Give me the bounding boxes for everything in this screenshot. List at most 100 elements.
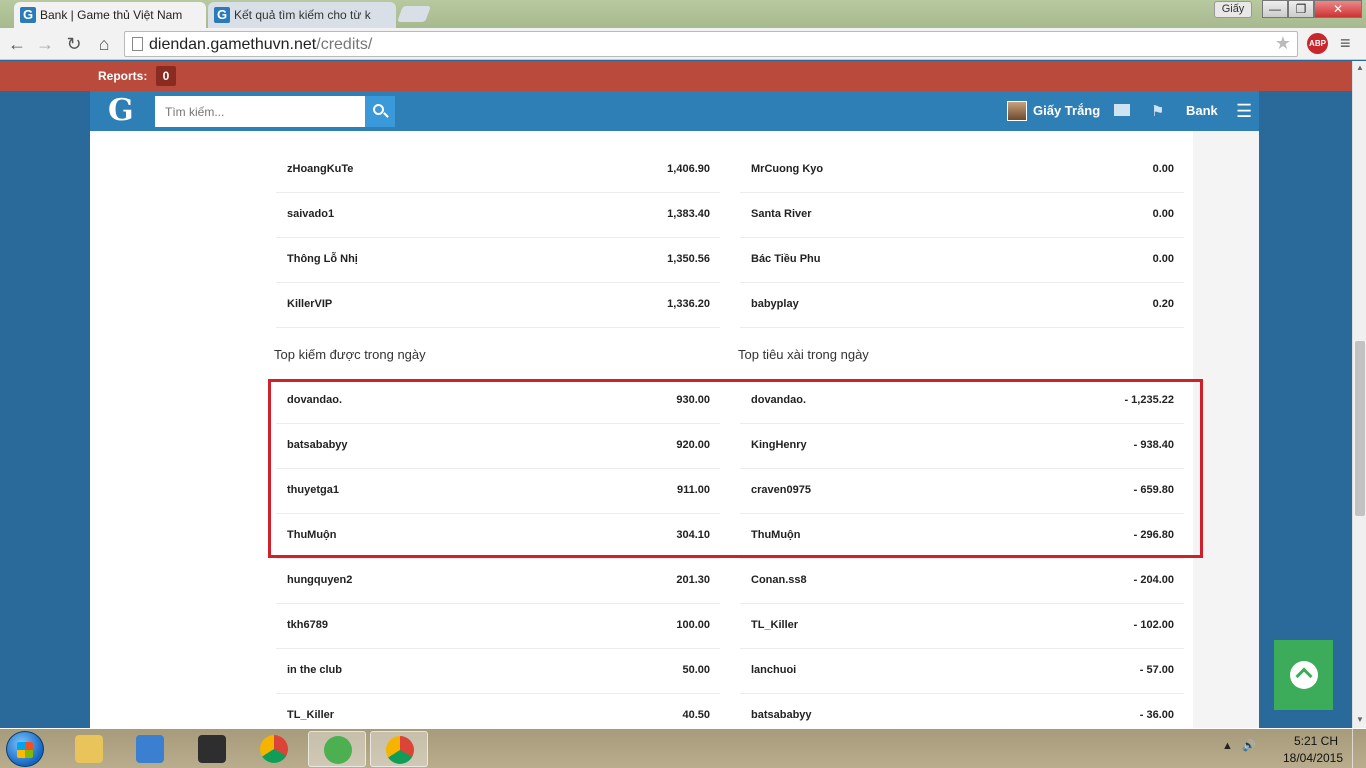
scroll-down-icon[interactable]: ▼	[1356, 715, 1364, 724]
member-name-link[interactable]: tkh6789	[287, 619, 328, 631]
chrome-icon	[386, 736, 414, 764]
search-input[interactable]	[155, 96, 365, 127]
reports-count-badge[interactable]: 0	[156, 66, 176, 86]
credit-amount: 920.00	[676, 439, 710, 451]
browser-toolbar: ← → ↻ ⌂ diendan.gamethuvn.net/credits/ ★…	[0, 28, 1366, 60]
clock-date[interactable]: 18/04/2015	[1280, 751, 1346, 765]
table-row: in the club 50.00	[276, 649, 720, 694]
table-row: MrCuong Kyo 0.00	[740, 148, 1184, 193]
table-row: Conan.ss8 - 204.00	[740, 559, 1184, 604]
member-name-link[interactable]: TL_Killer	[287, 709, 334, 721]
credit-amount: 0.00	[1152, 163, 1174, 175]
browser-menu-icon[interactable]: ≡	[1340, 33, 1351, 54]
member-name-link[interactable]: TL_Killer	[751, 619, 798, 631]
member-name-link[interactable]: ThuMuộn	[287, 529, 336, 541]
scroll-thumb[interactable]	[1355, 341, 1365, 516]
member-name-link[interactable]: dovandao.	[751, 394, 806, 406]
member-name-link[interactable]: Bác Tiều Phu	[751, 253, 820, 265]
explorer-taskbar-button[interactable]	[60, 731, 118, 767]
table-row: TL_Killer 40.50	[276, 694, 720, 728]
search-button[interactable]	[365, 96, 395, 127]
site-header: G Giấy Trắng ⚑ Bank ☰	[90, 91, 1259, 131]
close-window-button[interactable]: ✕	[1314, 0, 1362, 18]
member-name-link[interactable]: hungquyen2	[287, 574, 352, 586]
clock-time[interactable]: 5:21 CH	[1286, 734, 1346, 748]
member-name-link[interactable]: craven0975	[751, 484, 811, 496]
member-name-link[interactable]: thuyetga1	[287, 484, 339, 496]
profile-button[interactable]: Giấy	[1214, 1, 1252, 18]
member-name-link[interactable]: batsababyy	[287, 439, 348, 451]
bank-link[interactable]: Bank	[1186, 103, 1218, 118]
member-name-link[interactable]: in the club	[287, 664, 342, 676]
url-text: diendan.gamethuvn.net/credits/	[149, 36, 372, 54]
media-player-icon	[136, 735, 164, 763]
credit-amount: 304.10	[676, 529, 710, 541]
member-name-link[interactable]: saivado1	[287, 208, 334, 220]
address-bar[interactable]: diendan.gamethuvn.net/credits/ ★	[124, 31, 1298, 57]
page-scrollbar[interactable]: ▲ ▼	[1352, 61, 1366, 728]
start-button[interactable]	[6, 731, 44, 767]
tab-title: Bank | Game thủ Việt Nam	[40, 8, 183, 22]
credit-amount: - 36.00	[1139, 709, 1174, 721]
member-name-link[interactable]: dovandao.	[287, 394, 342, 406]
home-icon[interactable]: ⌂	[93, 33, 115, 55]
chrome-active-taskbar-button[interactable]	[370, 731, 428, 767]
tab-bank[interactable]: G Bank | Game thủ Việt Nam	[14, 2, 206, 28]
credit-amount: 201.30	[676, 574, 710, 586]
member-name-link[interactable]: lanchuoi	[751, 664, 796, 676]
folder-icon	[75, 735, 103, 763]
back-icon[interactable]: ←	[6, 33, 28, 55]
site-favicon-icon: G	[20, 7, 36, 23]
spend-today-title: Top tiêu xài trong ngày	[738, 347, 869, 362]
table-row: batsababyy 920.00	[276, 424, 720, 469]
adblock-icon[interactable]: ABP	[1307, 33, 1328, 54]
table-row: KillerVIP 1,336.20	[276, 283, 720, 328]
table-row: thuyetga1 911.00	[276, 469, 720, 514]
member-name-link[interactable]: MrCuong Kyo	[751, 163, 823, 175]
new-tab-button[interactable]	[397, 6, 431, 22]
username-link[interactable]: Giấy Trắng	[1033, 103, 1100, 118]
avatar[interactable]	[1007, 101, 1027, 121]
coccoc-taskbar-button[interactable]	[308, 731, 366, 767]
credit-amount: - 102.00	[1133, 619, 1174, 631]
credit-amount: 0.00	[1152, 253, 1174, 265]
credit-amount: 0.00	[1152, 208, 1174, 220]
member-name-link[interactable]: zHoangKuTe	[287, 163, 353, 175]
forward-icon[interactable]: →	[34, 33, 56, 55]
member-name-link[interactable]: Thông Lỗ Nhị	[287, 253, 358, 265]
tab-search-results[interactable]: G Kết quả tìm kiếm cho từ k	[208, 2, 396, 28]
credit-amount: - 296.80	[1133, 529, 1174, 541]
cards-icon	[198, 735, 226, 763]
reports-bar: Reports: 0	[0, 61, 1352, 91]
menu-icon[interactable]: ☰	[1236, 101, 1252, 122]
credit-amount: 1,336.20	[667, 298, 710, 310]
chrome-taskbar-button[interactable]	[245, 731, 303, 767]
media-player-taskbar-button[interactable]	[121, 731, 179, 767]
page-icon	[132, 37, 143, 51]
table-row: dovandao. 930.00	[276, 379, 720, 424]
show-desktop-button[interactable]	[1352, 729, 1366, 768]
mail-icon[interactable]	[1114, 104, 1130, 116]
maximize-button[interactable]: ❐	[1288, 0, 1314, 18]
reports-label[interactable]: Reports:	[98, 69, 147, 83]
reload-icon[interactable]: ↻	[63, 33, 85, 55]
member-name-link[interactable]: ThuMuộn	[751, 529, 800, 541]
member-name-link[interactable]: babyplay	[751, 298, 799, 310]
member-name-link[interactable]: Conan.ss8	[751, 574, 807, 586]
star-icon[interactable]: ★	[1275, 33, 1291, 54]
member-name-link[interactable]: KillerVIP	[287, 298, 332, 310]
member-name-link[interactable]: KingHenry	[751, 439, 807, 451]
table-row: Santa River 0.00	[740, 193, 1184, 238]
table-row: Bác Tiều Phu 0.00	[740, 238, 1184, 283]
solitaire-taskbar-button[interactable]	[183, 731, 241, 767]
flag-icon[interactable]: ⚑	[1151, 102, 1164, 120]
member-name-link[interactable]: batsababyy	[751, 709, 812, 721]
site-logo[interactable]: G	[108, 93, 134, 128]
scroll-up-icon[interactable]: ▲	[1356, 63, 1364, 72]
scroll-top-button[interactable]	[1274, 640, 1333, 710]
table-row: babyplay 0.20	[740, 283, 1184, 328]
system-tray[interactable]: ▲ 🔊	[1222, 739, 1256, 752]
member-name-link[interactable]: Santa River	[751, 208, 812, 220]
minimize-button[interactable]: —	[1262, 0, 1288, 18]
table-row: batsababyy - 36.00	[740, 694, 1184, 728]
